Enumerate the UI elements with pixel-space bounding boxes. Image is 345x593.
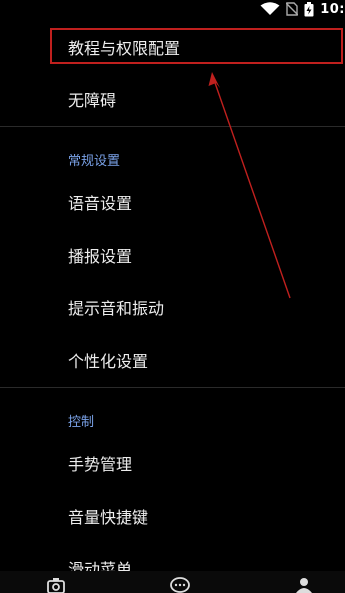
menu-item-personalization[interactable]: 个性化设置: [0, 335, 345, 385]
menu-item-label: 个性化设置: [68, 352, 149, 371]
status-time: 10:: [320, 1, 345, 17]
status-icons: 10:: [260, 0, 345, 18]
menu-item-label: 无障碍: [68, 91, 117, 110]
menu-item-volume-shortcut[interactable]: 音量快捷键: [0, 491, 345, 541]
menu-item-label: 音量快捷键: [68, 508, 149, 527]
status-bar: 10:: [0, 0, 345, 18]
menu-item-accessibility[interactable]: 无障碍: [0, 74, 345, 124]
camera-icon[interactable]: [47, 577, 65, 593]
section-title-control: 控制: [68, 415, 95, 430]
menu-item-label: 手势管理: [68, 455, 133, 474]
highlight-box: [50, 28, 343, 64]
menu-item-sound-vibration[interactable]: 提示音和振动: [0, 282, 345, 332]
battery-charging-icon: [304, 1, 314, 17]
chat-icon[interactable]: [170, 577, 190, 593]
menu-item-gesture-management[interactable]: 手势管理: [0, 438, 345, 488]
menu-item-broadcast-settings[interactable]: 播报设置: [0, 230, 345, 280]
menu-item-voice-settings[interactable]: 语音设置: [0, 177, 345, 227]
wifi-icon: [260, 2, 280, 16]
menu-item-label: 提示音和振动: [68, 299, 165, 318]
menu-item-label: 播报设置: [68, 247, 133, 266]
section-title-general: 常规设置: [68, 154, 121, 169]
bottom-nav: [0, 571, 345, 593]
no-sim-icon: [286, 2, 299, 16]
menu-item-label: 语音设置: [68, 194, 133, 213]
profile-icon[interactable]: [296, 577, 312, 593]
divider: [0, 126, 345, 127]
divider: [0, 387, 345, 388]
